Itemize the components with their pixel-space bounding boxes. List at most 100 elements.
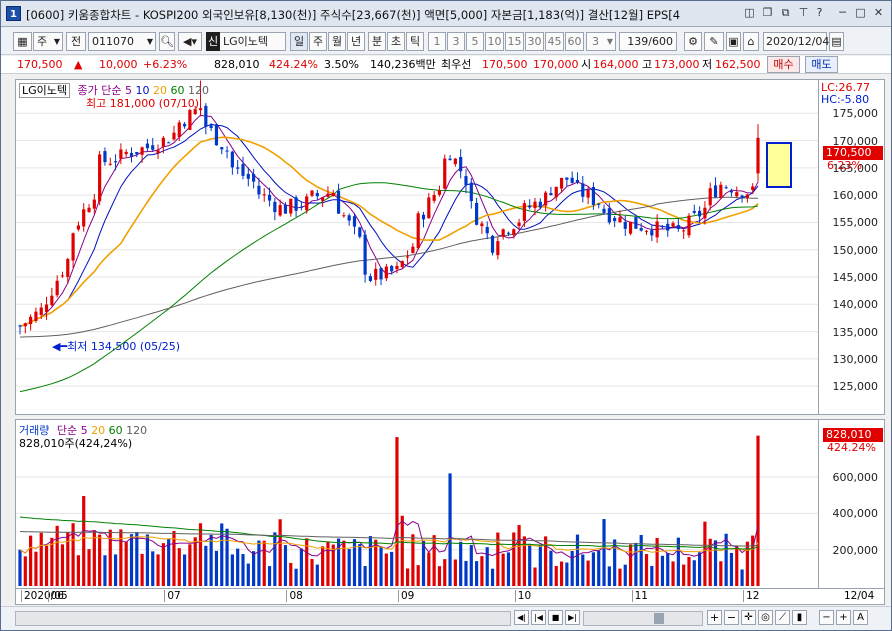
volume-bar bbox=[87, 549, 91, 586]
volume-bar bbox=[124, 541, 128, 586]
volume-bar bbox=[257, 540, 261, 586]
candle-body bbox=[384, 266, 388, 279]
magnifier-icon[interactable]: ◎ bbox=[758, 610, 773, 625]
minute-option[interactable]: 10 bbox=[485, 32, 504, 51]
sound-icon[interactable]: ◀▾ bbox=[178, 32, 202, 51]
minute-option[interactable]: 1 bbox=[428, 32, 446, 51]
tab-day[interactable]: 일 bbox=[290, 32, 308, 51]
scroll-left-icon[interactable]: |◀ bbox=[531, 610, 546, 625]
candle-body bbox=[522, 203, 526, 221]
tab-tick[interactable]: 틱 bbox=[406, 32, 424, 51]
minus-icon[interactable]: − bbox=[819, 610, 834, 625]
candle-body bbox=[220, 147, 224, 150]
candle-body bbox=[39, 307, 43, 316]
stock-tag[interactable]: LG이노텍 bbox=[19, 83, 71, 98]
window-restore-icon[interactable]: ❐ bbox=[760, 6, 775, 21]
tab-week[interactable]: 주 bbox=[309, 32, 327, 51]
volume-bar bbox=[644, 554, 649, 586]
tab-second[interactable]: 초 bbox=[387, 32, 405, 51]
maximize-icon[interactable]: □ bbox=[853, 6, 868, 21]
candle-body bbox=[18, 325, 22, 327]
candle-body bbox=[740, 195, 744, 198]
candle-body bbox=[490, 235, 495, 253]
settings-icon[interactable]: ⚙ bbox=[684, 32, 702, 51]
sell-button[interactable]: 매도 bbox=[805, 56, 838, 73]
minute-option[interactable]: 60 bbox=[565, 32, 584, 51]
plus-icon[interactable]: + bbox=[836, 610, 851, 625]
candle-body bbox=[703, 207, 707, 219]
tab-year[interactable]: 년 bbox=[347, 32, 365, 51]
minute-option[interactable]: 15 bbox=[505, 32, 524, 51]
help-icon[interactable]: ? bbox=[812, 6, 827, 21]
volume-bar bbox=[342, 540, 346, 586]
line-tool-icon[interactable]: ⟋ bbox=[775, 610, 790, 625]
price-chart-panel[interactable]: LG이노텍 종가 단순 5 10 20 60 120 최고 181,000 (0… bbox=[15, 79, 819, 415]
window-tile-icon[interactable]: ⧉ bbox=[778, 6, 793, 21]
candle-body bbox=[374, 268, 378, 280]
candle-body bbox=[98, 154, 102, 202]
minute-option[interactable]: 5 bbox=[466, 32, 484, 51]
date-input[interactable]: 2020/12/04 bbox=[763, 32, 829, 51]
prev-button[interactable]: 전 bbox=[66, 32, 86, 51]
close-icon[interactable]: ✕ bbox=[871, 6, 886, 21]
low-arrow-icon: ◀━ bbox=[52, 340, 68, 353]
volume-bar bbox=[50, 537, 54, 586]
volume-bar bbox=[167, 538, 171, 586]
volume-bar bbox=[485, 547, 489, 586]
volume-bar bbox=[140, 553, 144, 586]
stock-code-input[interactable]: 011070 ▼ bbox=[88, 32, 156, 51]
selection-box[interactable] bbox=[766, 142, 792, 188]
pin-icon[interactable]: ⊤ bbox=[796, 6, 811, 21]
tab-minute[interactable]: 분 bbox=[368, 32, 386, 51]
calendar-icon[interactable]: ▤ bbox=[829, 32, 844, 51]
volume-bar bbox=[283, 545, 288, 586]
volume-bar bbox=[533, 567, 537, 586]
volume-chart bbox=[16, 435, 818, 586]
zoom-in-icon[interactable]: + bbox=[707, 610, 722, 625]
candle-body bbox=[607, 208, 611, 223]
crosshair-icon[interactable]: ✛ bbox=[741, 610, 756, 625]
tab-month[interactable]: 월 bbox=[328, 32, 346, 51]
minute-option[interactable]: 30 bbox=[525, 32, 544, 51]
stock-name-field[interactable]: LG이노텍 bbox=[220, 32, 286, 51]
candle-body bbox=[405, 256, 410, 258]
candle-body bbox=[676, 225, 680, 229]
horizontal-scrollbar[interactable] bbox=[15, 611, 511, 626]
buy-button[interactable]: 매수 bbox=[767, 56, 800, 73]
minute-option[interactable]: 3 bbox=[447, 32, 465, 51]
volume-chart-panel[interactable]: 거래량 단순 5 20 60 120 828,010주(424,24%) bbox=[15, 419, 819, 589]
interval-select[interactable]: 3 ▼ bbox=[586, 32, 616, 51]
volume-bar bbox=[278, 519, 282, 586]
zoom-slider[interactable] bbox=[583, 611, 703, 626]
zoom-out-icon[interactable]: − bbox=[724, 610, 739, 625]
draw-tool-icon[interactable]: ✎ bbox=[704, 32, 724, 51]
period-unit-select[interactable]: 주 ▼ bbox=[33, 32, 63, 51]
volume-bar bbox=[92, 530, 96, 586]
candle-body bbox=[735, 192, 739, 197]
text-tool-icon[interactable]: A bbox=[853, 610, 868, 625]
scroll-right-icon[interactable]: ▶| bbox=[565, 610, 580, 625]
grid-icon[interactable]: ▦ bbox=[13, 32, 32, 51]
window-dock-icon[interactable]: ◫ bbox=[742, 6, 757, 21]
volume-ratio: 424.24% bbox=[269, 58, 318, 71]
scroll-left-end-icon[interactable]: ◀| bbox=[514, 610, 529, 625]
minimize-icon[interactable]: ─ bbox=[835, 6, 850, 21]
candle-body bbox=[204, 105, 208, 127]
zoom-slider-thumb[interactable] bbox=[654, 613, 664, 624]
stop-icon[interactable]: ■ bbox=[548, 610, 563, 625]
volume-bar bbox=[538, 544, 542, 586]
minute-option[interactable]: 45 bbox=[545, 32, 564, 51]
volume-bar bbox=[448, 473, 452, 586]
best-ask: 170,500 bbox=[482, 58, 528, 71]
save-icon[interactable]: ▣ bbox=[726, 32, 741, 51]
lock-icon[interactable]: ⌂ bbox=[743, 32, 759, 51]
candle-body bbox=[331, 192, 335, 197]
candle-body bbox=[666, 223, 670, 231]
volume-bar bbox=[262, 540, 266, 586]
candle-body bbox=[475, 202, 479, 225]
search-icon[interactable]: 🔍︎ bbox=[159, 32, 175, 51]
data-count-field[interactable]: 139/600 bbox=[619, 32, 677, 51]
candle-body bbox=[267, 194, 272, 201]
bars-icon[interactable]: ▮ bbox=[792, 610, 807, 625]
volume-bar bbox=[214, 550, 219, 586]
